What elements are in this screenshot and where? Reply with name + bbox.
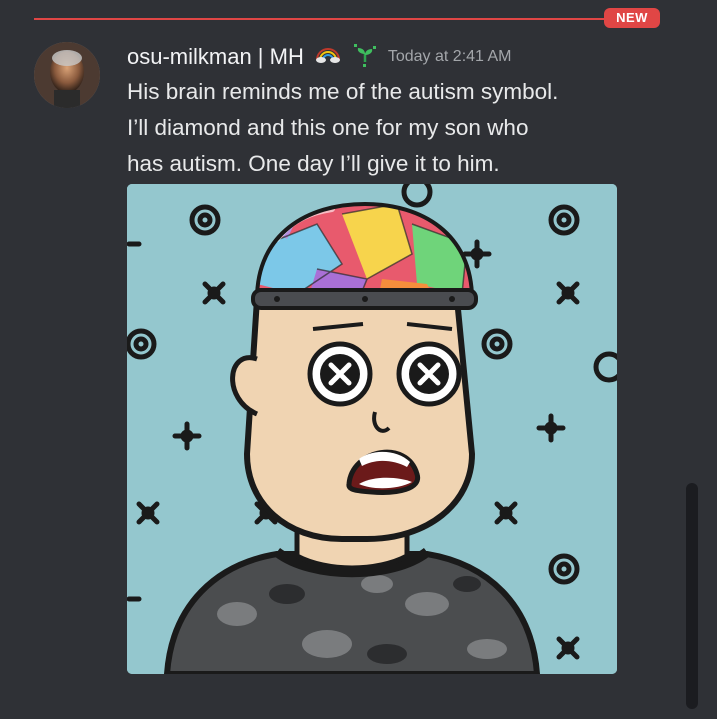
rainbow-cloud-icon — [314, 46, 342, 69]
image-attachment[interactable] — [127, 184, 617, 674]
message-content: His brain reminds me of the autism symbo… — [127, 74, 607, 182]
new-messages-divider — [34, 18, 630, 20]
message-line: His brain reminds me of the autism symbo… — [127, 79, 559, 104]
username[interactable]: osu-milkman | MH — [127, 44, 304, 70]
scrollbar-thumb[interactable] — [686, 483, 698, 709]
timestamp: Today at 2:41 AM — [387, 48, 512, 65]
message-line: has autism. One day I’ll give it to him. — [127, 151, 500, 176]
message-line: I’ll diamond and this one for my son who — [127, 115, 529, 140]
message-header: osu-milkman | MH Today at 2:41 AM — [127, 40, 512, 74]
avatar[interactable] — [34, 42, 100, 108]
sprout-icon — [352, 42, 378, 73]
new-badge: NEW — [604, 8, 660, 28]
